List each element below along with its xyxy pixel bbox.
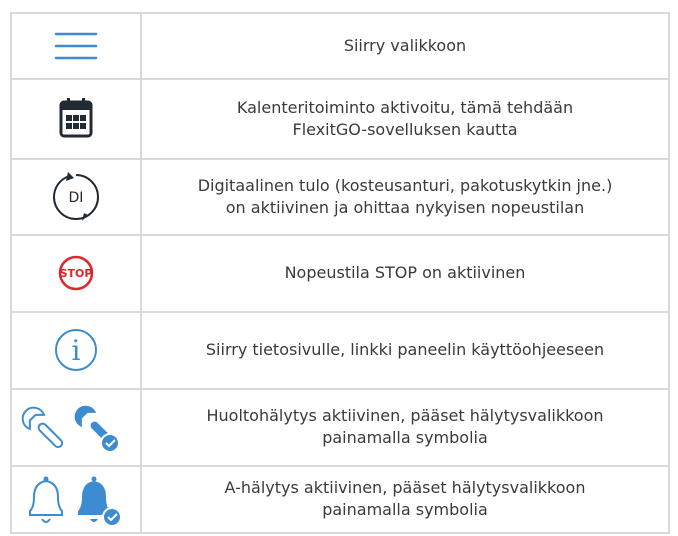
table-row: A-hälytys aktiivinen, pääset hälytysvali… — [10, 464, 670, 535]
stop-label: STOP — [60, 267, 93, 280]
info-icon: i — [55, 329, 97, 372]
description-line: Siirry tietosivulle, linkki paneelin käy… — [205, 340, 605, 360]
description-line: Nopeustila STOP on aktiivinen — [284, 263, 526, 283]
icon-cell — [10, 464, 142, 535]
description-line: Huoltohälytys aktiivinen, pääset hälytys… — [206, 406, 604, 426]
description-line: Digitaalinen tulo (kosteusanturi, pakotu… — [197, 176, 613, 196]
icon-cell — [10, 11, 142, 81]
icon-cell — [10, 78, 142, 160]
description-cell: Siirry tietosivulle, linkki paneelin käy… — [140, 310, 670, 391]
icon-cell — [10, 388, 142, 467]
description-line: FlexitGO-sovelluksen kautta — [292, 120, 518, 140]
wrench-icon — [21, 406, 120, 454]
description-cell: Digitaalinen tulo (kosteusanturi, pakotu… — [140, 157, 670, 237]
icon-cell: i — [10, 310, 142, 391]
icon-cell: DI — [10, 157, 142, 237]
description-cell: Nopeustila STOP on aktiivinen — [140, 234, 670, 313]
di-label: DI — [69, 190, 84, 206]
description-line: Kalenteritoiminto aktivoitu, tämä tehdää… — [236, 98, 574, 118]
table-row: Kalenteritoiminto aktivoitu, tämä tehdää… — [10, 78, 670, 160]
table-row: Huoltohälytys aktiivinen, pääset hälytys… — [10, 388, 670, 467]
description-cell: A-hälytys aktiivinen, pääset hälytysvali… — [140, 464, 670, 535]
bell-icon — [29, 476, 122, 528]
table-row: Siirry valikkoon — [10, 11, 670, 81]
description-line: painamalla symbolia — [322, 428, 488, 448]
description-line: Siirry valikkoon — [343, 36, 467, 56]
check-badge-icon — [100, 433, 120, 454]
check-badge-icon — [102, 507, 122, 528]
description-line: painamalla symbolia — [322, 500, 488, 520]
stop-icon: STOP — [58, 256, 94, 291]
table-row: STOP Nopeustila STOP on aktiivinen — [10, 234, 670, 313]
calendar-icon — [59, 98, 93, 138]
description-line: on aktiivinen ja ohittaa nykyisen nopeus… — [225, 198, 585, 218]
table-row: DI Digitaalinen tulo (kosteusanturi, pak… — [10, 157, 670, 237]
description-cell: Huoltohälytys aktiivinen, pääset hälytys… — [140, 388, 670, 467]
table-row: i Siirry tietosivulle, linkki paneelin k… — [10, 310, 670, 391]
digital-input-icon: DI — [53, 172, 99, 222]
description-line: A-hälytys aktiivinen, pääset hälytysvali… — [224, 478, 586, 498]
hamburger-menu-icon — [54, 32, 98, 60]
description-cell: Siirry valikkoon — [140, 11, 670, 81]
symbol-table: Siirry valikkoon Kalenteritoiminto aktiv… — [10, 11, 670, 535]
icon-cell: STOP — [10, 234, 142, 313]
description-cell: Kalenteritoiminto aktivoitu, tämä tehdää… — [140, 78, 670, 160]
info-letter: i — [72, 334, 81, 367]
